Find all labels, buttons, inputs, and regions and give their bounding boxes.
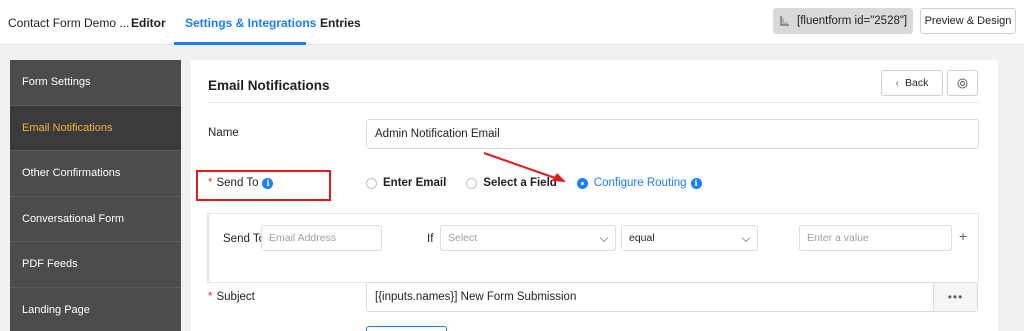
routing-email-input[interactable]: Email Address bbox=[261, 225, 382, 251]
routing-if-label: If bbox=[427, 233, 434, 245]
tab-editor[interactable]: Editor bbox=[131, 16, 166, 30]
back-label: Back bbox=[905, 77, 929, 89]
sidebar-item-form-settings[interactable]: Form Settings bbox=[10, 60, 181, 106]
add-rule-button[interactable]: + bbox=[959, 228, 967, 244]
top-bar: Contact Form Demo ... Editor Settings & … bbox=[0, 0, 1024, 45]
active-tab-indicator bbox=[174, 42, 306, 45]
chevron-left-icon: ‹ bbox=[895, 77, 899, 89]
routing-field-select[interactable]: Select bbox=[440, 225, 616, 251]
routing-send-to-label: Send To bbox=[223, 233, 265, 245]
back-button[interactable]: ‹ Back bbox=[881, 70, 943, 96]
help-button[interactable] bbox=[947, 70, 978, 96]
required-marker: * bbox=[208, 291, 213, 303]
form-title[interactable]: Contact Form Demo ... bbox=[8, 16, 129, 30]
lifebuoy-icon bbox=[957, 78, 968, 88]
preview-design-button[interactable]: Preview & Design bbox=[920, 8, 1016, 34]
info-icon: i bbox=[690, 177, 702, 189]
settings-sidebar: Form Settings Email Notifications Other … bbox=[10, 60, 181, 331]
radio-select-field[interactable]: Select a Field bbox=[466, 177, 557, 189]
subject-input[interactable]: [{inputs.names}] New Form Submission ••• bbox=[366, 282, 978, 312]
radio-configure-routing[interactable]: Configure Routing i bbox=[576, 177, 702, 189]
sidebar-item-conversational-form[interactable]: Conversational Form bbox=[10, 197, 181, 242]
sidebar-item-landing-page[interactable]: Landing Page bbox=[10, 288, 181, 331]
chevron-down-icon bbox=[741, 233, 751, 243]
next-field-edge bbox=[366, 326, 447, 331]
routing-rules-box: Send To Email Address If Select equal En… bbox=[207, 213, 979, 283]
title-divider bbox=[208, 102, 979, 103]
sidebar-item-email-notifications[interactable]: Email Notifications bbox=[10, 105, 181, 151]
name-label: Name bbox=[208, 127, 239, 139]
page-title: Email Notifications bbox=[208, 78, 330, 93]
sidebar-item-other-confirmations[interactable]: Other Confirmations bbox=[10, 151, 181, 197]
shortcode-copy[interactable]: [fluentform id="2528"] bbox=[773, 8, 913, 34]
shortcode-picker-button[interactable]: ••• bbox=[933, 283, 977, 311]
tab-settings-integrations[interactable]: Settings & Integrations bbox=[185, 16, 316, 30]
sidebar-item-pdf-feeds[interactable]: PDF Feeds bbox=[10, 242, 181, 288]
subject-label: * Subject bbox=[208, 291, 255, 303]
copy-icon bbox=[780, 16, 789, 26]
routing-operator-select[interactable]: equal bbox=[621, 225, 758, 251]
shortcode-text: [fluentform id="2528"] bbox=[797, 15, 908, 27]
chevron-down-icon bbox=[599, 233, 609, 243]
name-input[interactable]: Admin Notification Email bbox=[366, 119, 979, 149]
radio-circle bbox=[466, 177, 478, 189]
routing-value-input[interactable]: Enter a value bbox=[799, 225, 952, 251]
tab-entries[interactable]: Entries bbox=[320, 16, 361, 30]
annotation-highlight-box bbox=[196, 170, 331, 201]
radio-circle-checked bbox=[576, 177, 588, 189]
radio-circle bbox=[366, 177, 377, 189]
send-to-radio-group: Enter Email Select a Field Configure Rou… bbox=[366, 177, 722, 189]
radio-enter-email[interactable]: Enter Email bbox=[366, 177, 446, 189]
